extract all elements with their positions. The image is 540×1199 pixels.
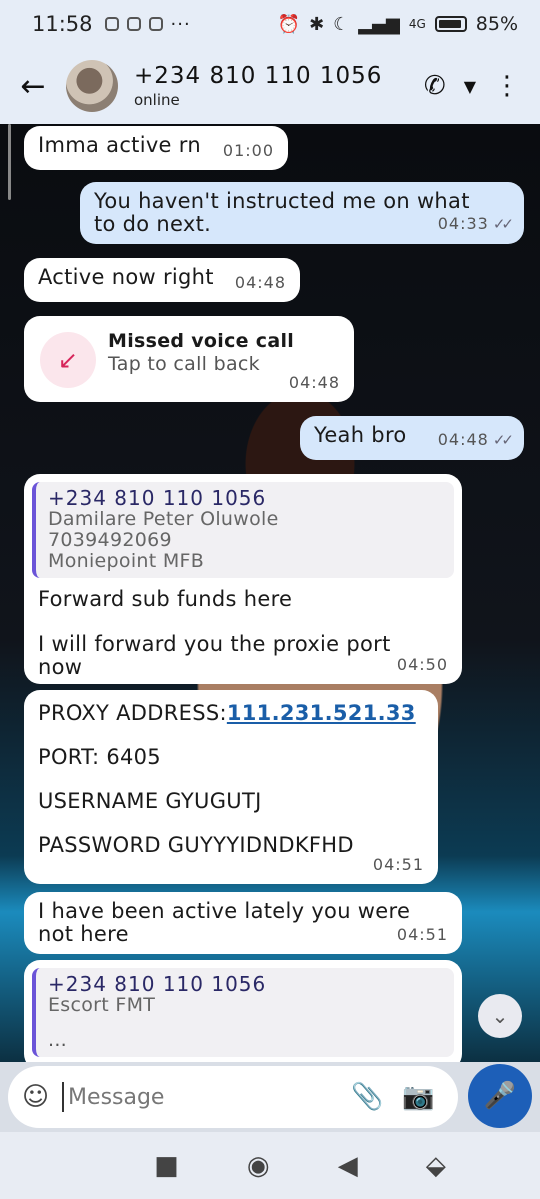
- port-text: PORT: 6405: [38, 745, 161, 769]
- quote-line: 7039492069: [48, 529, 172, 551]
- phone-call-icon[interactable]: ✆: [424, 71, 446, 101]
- contact-info[interactable]: +234 810 110 1056 online: [134, 63, 424, 109]
- message-field: ☺ 📎 📷: [8, 1066, 458, 1128]
- message-in[interactable]: Active now right 04:48: [24, 258, 300, 302]
- status-time: 11:58: [32, 12, 93, 36]
- signal-icon: ▂▄▆: [358, 13, 400, 35]
- double-check-icon: ✓✓: [492, 431, 514, 449]
- assist-icon[interactable]: ⬙: [426, 1151, 446, 1181]
- quoted-message[interactable]: +234 810 110 1056 Escort FMT ...: [32, 968, 454, 1057]
- back-triangle-icon[interactable]: ◀: [338, 1151, 358, 1181]
- scroll-to-bottom-button[interactable]: ⌄: [478, 994, 522, 1038]
- username-text: USERNAME GYUGUTJ: [38, 789, 262, 813]
- quote-sender: +234 810 110 1056: [48, 972, 267, 996]
- message-text: You haven't instructed me on what to do …: [94, 189, 470, 236]
- message-out[interactable]: You haven't instructed me on what to do …: [80, 182, 524, 244]
- recents-square-icon[interactable]: ■: [154, 1151, 179, 1181]
- system-nav-bar: ■ ◉ ◀ ⬙: [0, 1132, 540, 1199]
- quoted-message[interactable]: +234 810 110 1056 Damilare Peter Oluwole…: [32, 482, 454, 578]
- scrollbar[interactable]: [8, 124, 11, 200]
- camera-icon[interactable]: 📷: [393, 1082, 444, 1112]
- quote-line: Escort FMT: [48, 994, 156, 1016]
- double-check-icon: ✓✓: [492, 215, 514, 233]
- paperclip-icon[interactable]: 📎: [342, 1082, 393, 1112]
- message-time: 04:48: [288, 373, 340, 392]
- message-time: 01:00: [222, 141, 274, 160]
- network-type: 4G: [408, 17, 426, 31]
- quote-more: ...: [48, 1029, 68, 1051]
- contact-avatar[interactable]: [66, 60, 118, 112]
- chat-header: ← +234 810 110 1056 online ✆ ▼ ⋮: [0, 48, 540, 124]
- proxy-address-link[interactable]: 111.231.521.33: [227, 701, 416, 725]
- proxy-label: PROXY ADDRESS:: [38, 701, 227, 725]
- message-in[interactable]: PROXY ADDRESS:111.231.521.33 PORT: 6405 …: [24, 690, 438, 884]
- message-in[interactable]: +234 810 110 1056 Damilare Peter Oluwole…: [24, 474, 462, 684]
- status-bar: 11:58 ··· ⏰ ✱ ☾ ▂▄▆ 4G 85%: [0, 0, 540, 48]
- message-time: 04:48: [234, 273, 286, 292]
- message-meta: 04:48 ✓✓: [437, 430, 514, 449]
- app-icon: [148, 17, 163, 31]
- quote-line: Moniepoint MFB: [48, 550, 205, 572]
- quote-line: Damilare Peter Oluwole: [48, 508, 279, 530]
- chat-area[interactable]: Imma active rn 01:00 You haven't instruc…: [0, 124, 540, 1062]
- message-input[interactable]: [62, 1082, 343, 1112]
- system-icons: ⏰ ✱ ☾ ▂▄▆ 4G 85%: [278, 13, 518, 35]
- contact-status: online: [134, 91, 180, 109]
- password-text: PASSWORD GUYYYIDNDKFHD: [38, 833, 354, 857]
- message-text: Imma active rn: [38, 133, 201, 157]
- more-options-icon[interactable]: ⋮: [494, 71, 520, 101]
- message-meta: 04:33 ✓✓: [437, 214, 514, 233]
- quote-sender: +234 810 110 1056: [48, 486, 267, 510]
- caret-down-icon[interactable]: ▼: [464, 77, 476, 96]
- message-text: I have been active lately you were not h…: [38, 899, 411, 946]
- microphone-icon: 🎤: [483, 1081, 517, 1111]
- notification-icons: ···: [104, 13, 191, 35]
- bluetooth-icon: ✱: [309, 13, 325, 35]
- message-time: 04:51: [396, 925, 448, 944]
- message-text: Forward sub funds here: [38, 587, 293, 611]
- contact-name: +234 810 110 1056: [134, 63, 383, 89]
- message-text: I will forward you the proxie port now: [38, 632, 391, 679]
- message-in[interactable]: I have been active lately you were not h…: [24, 892, 462, 954]
- missed-call-title: Missed voice call: [108, 330, 295, 352]
- message-in[interactable]: +234 810 110 1056 Escort FMT ...: [24, 960, 462, 1062]
- instagram-icon: [104, 17, 119, 31]
- double-chevron-down-icon: ⌄: [491, 1004, 509, 1028]
- alarm-icon: ⏰: [277, 13, 301, 35]
- message-out[interactable]: Yeah bro 04:48 ✓✓: [300, 416, 524, 460]
- sticker-icon[interactable]: ☺: [22, 1082, 62, 1112]
- message-text: Yeah bro: [314, 423, 407, 447]
- more-notifications: ···: [170, 13, 191, 35]
- missed-call-bubble[interactable]: ↙ Missed voice call Tap to call back 04:…: [24, 316, 354, 402]
- battery-icon: [434, 16, 467, 32]
- missed-call-icon: ↙: [40, 332, 96, 388]
- message-time: 04:50: [396, 655, 448, 674]
- chat-app-icon: [126, 17, 141, 31]
- back-arrow-icon[interactable]: ←: [0, 69, 66, 104]
- input-bar: ☺ 📎 📷 🎤: [0, 1062, 540, 1132]
- home-circle-icon[interactable]: ◉: [247, 1151, 270, 1181]
- message-text: Active now right: [38, 265, 214, 289]
- message-in[interactable]: Imma active rn 01:00: [24, 126, 288, 170]
- battery-percent: 85%: [475, 13, 518, 35]
- microphone-button[interactable]: 🎤: [468, 1064, 532, 1128]
- message-time: 04:51: [372, 855, 424, 874]
- dnd-moon-icon: ☾: [333, 13, 350, 35]
